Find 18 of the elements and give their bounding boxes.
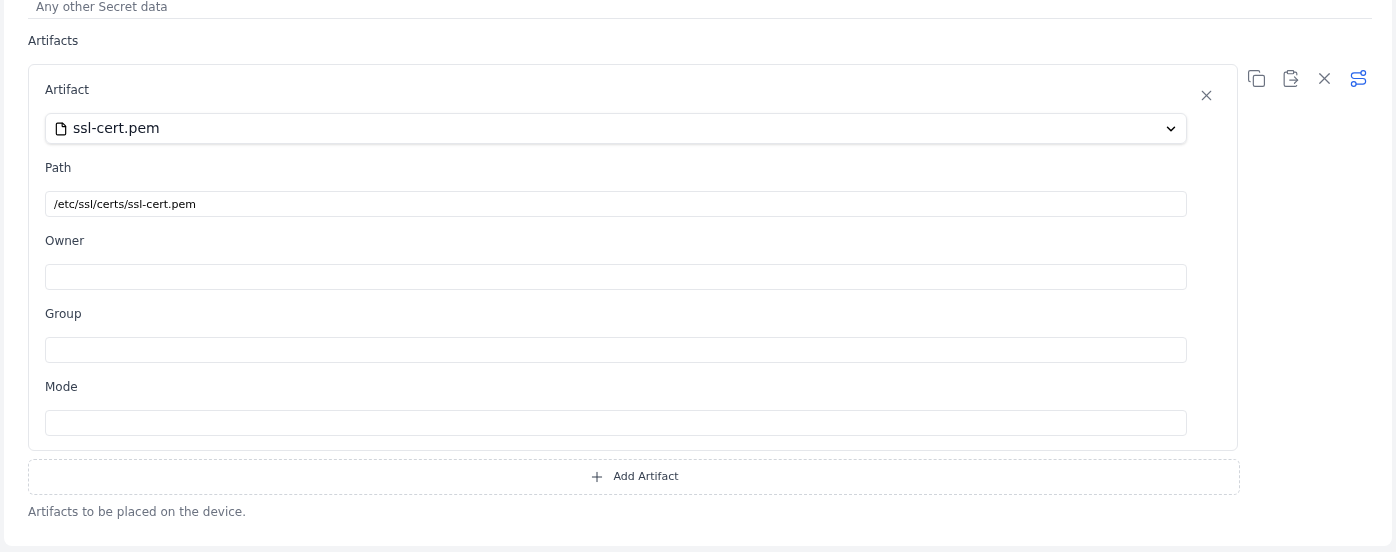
add-artifact-button[interactable]: Add Artifact — [28, 459, 1240, 495]
section-title: Artifacts — [28, 33, 80, 49]
input-field[interactable] — [45, 264, 1187, 290]
artifact-select[interactable]: ssl-cert.pem — [45, 113, 1187, 144]
field-label: Path — [45, 160, 73, 176]
input-field[interactable]: /etc/ssl/certs/ssl-cert.pem — [45, 191, 1187, 217]
field-label: Owner — [45, 233, 86, 249]
copy-icon[interactable] — [1247, 69, 1266, 88]
input-field[interactable] — [45, 337, 1187, 363]
help-text: Any other Secret data — [35, 0, 169, 14]
input-field[interactable] — [45, 410, 1187, 436]
paste-icon[interactable] — [1281, 69, 1300, 88]
help-text: Artifacts to be placed on the device. — [28, 504, 248, 520]
field-label: Mode — [45, 379, 79, 395]
file-icon — [54, 121, 68, 136]
route-icon[interactable] — [1349, 69, 1368, 88]
field-label: Artifact — [45, 82, 91, 98]
field-label: Group — [45, 306, 83, 322]
